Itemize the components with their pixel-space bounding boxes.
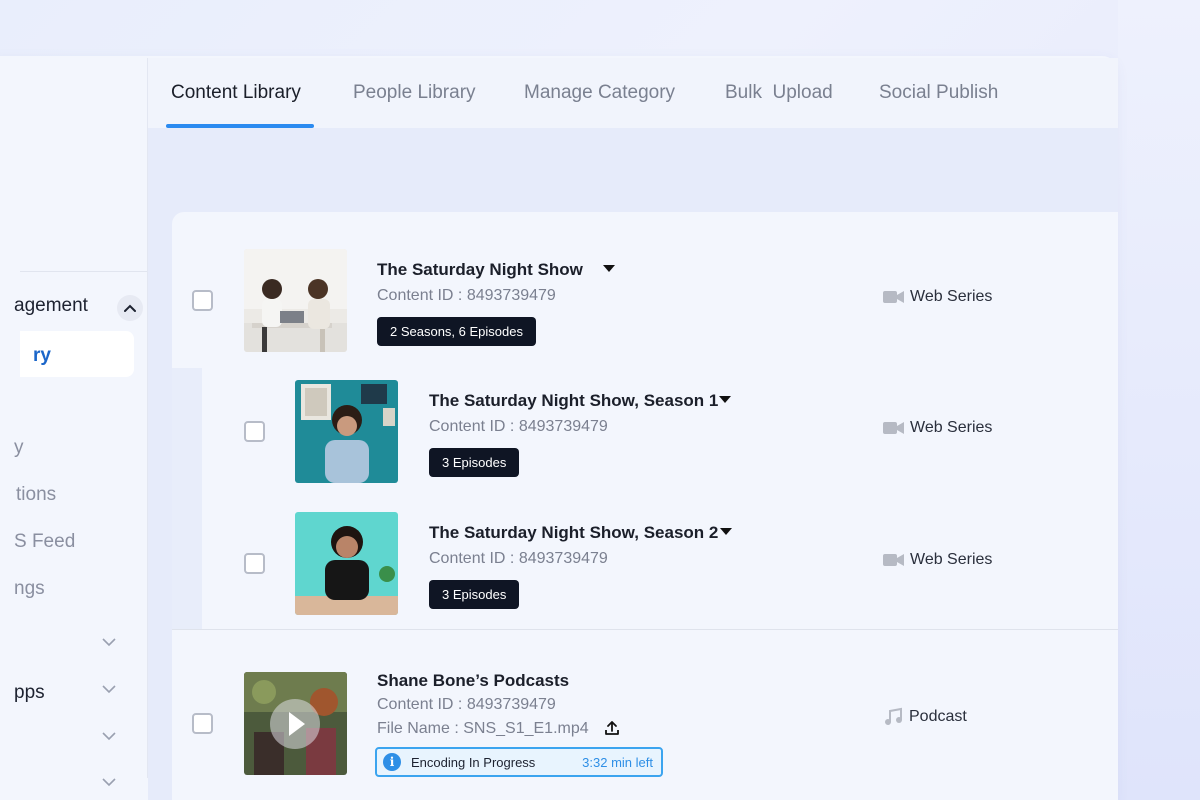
content-type-label: Podcast	[909, 708, 967, 725]
content-id: Content ID : 8493739479	[377, 696, 556, 713]
content-type-label: Web Series	[910, 419, 993, 436]
content-type: Podcast	[883, 707, 967, 727]
sidebar-divider	[20, 271, 147, 272]
encoding-status-banner: i Encoding In Progress 3:32 min left	[375, 747, 663, 777]
content-type: Web Series	[883, 288, 992, 306]
encoding-status-text: Encoding In Progress	[411, 754, 536, 770]
sidebar-item[interactable]: S Feed	[14, 531, 75, 553]
sidebar-section-label[interactable]: agement	[14, 295, 88, 317]
info-icon: i	[383, 753, 401, 771]
caret-down-icon[interactable]	[603, 265, 615, 272]
background-glow	[1118, 0, 1200, 800]
file-name: File Name : SNS_S1_E1.mp4	[377, 720, 589, 737]
upload-icon[interactable]	[604, 720, 620, 736]
content-thumbnail[interactable]	[295, 380, 398, 483]
content-thumbnail[interactable]	[244, 672, 347, 775]
content-title[interactable]: The Saturday Night Show, Season 1	[429, 391, 718, 411]
sidebar: agement ry y tions S Feed ngs pps	[14, 58, 148, 787]
video-camera-icon	[883, 291, 904, 303]
row-checkbox[interactable]	[192, 290, 213, 311]
caret-down-icon[interactable]	[719, 396, 731, 403]
tab-content-library[interactable]: Content Library	[171, 82, 301, 104]
episodes-badge: 2 Seasons, 6 Episodes	[377, 317, 536, 346]
chevron-up-icon	[124, 304, 136, 312]
content-thumbnail[interactable]	[244, 249, 347, 352]
tab-bar: Content Library People Library Manage Ca…	[148, 58, 1118, 128]
sidebar-apps-label[interactable]: pps	[14, 682, 45, 704]
tab-social-publish[interactable]: Social Publish	[879, 82, 998, 104]
collapse-section-button[interactable]	[117, 295, 143, 321]
episodes-badge: 3 Episodes	[429, 580, 520, 609]
content-title[interactable]: The Saturday Night Show	[377, 260, 583, 280]
content-type-label: Web Series	[910, 551, 993, 568]
content-type: Web Series	[883, 551, 992, 569]
sidebar-item[interactable]: tions	[16, 484, 56, 506]
video-camera-icon	[883, 422, 904, 434]
content-title[interactable]: Shane Bone’s Podcasts	[377, 671, 569, 691]
content-type-label: Web Series	[910, 288, 993, 305]
sidebar-item[interactable]: y	[14, 437, 24, 459]
chevron-down-icon[interactable]	[102, 778, 116, 790]
video-camera-icon	[883, 554, 904, 566]
sidebar-item[interactable]: ngs	[14, 578, 45, 600]
tab-people-library[interactable]: People Library	[353, 82, 476, 104]
caret-down-icon[interactable]	[720, 528, 732, 535]
chevron-down-icon[interactable]	[102, 638, 116, 650]
row-divider	[172, 629, 1118, 630]
content-id: Content ID : 8493739479	[429, 418, 608, 435]
content-id: Content ID : 8493739479	[429, 550, 608, 567]
tab-bulk-upload[interactable]: Bulk Upload	[725, 82, 833, 104]
episodes-badge: 3 Episodes	[429, 448, 520, 477]
content-thumbnail[interactable]	[295, 512, 398, 615]
chevron-down-icon[interactable]	[102, 685, 116, 697]
encoding-time-left: 3:32 min left	[582, 754, 653, 770]
sidebar-active-label: ry	[33, 345, 51, 366]
chevron-down-icon[interactable]	[102, 732, 116, 744]
row-checkbox[interactable]	[192, 713, 213, 734]
music-note-icon	[885, 707, 902, 725]
tab-manage-category[interactable]: Manage Category	[524, 82, 675, 104]
content-type: Web Series	[883, 419, 992, 437]
row-checkbox[interactable]	[244, 553, 265, 574]
content-id: Content ID : 8493739479	[377, 287, 556, 304]
content-title[interactable]: The Saturday Night Show, Season 2	[429, 523, 718, 543]
nested-indent-bar	[172, 368, 202, 630]
row-checkbox[interactable]	[244, 421, 265, 442]
